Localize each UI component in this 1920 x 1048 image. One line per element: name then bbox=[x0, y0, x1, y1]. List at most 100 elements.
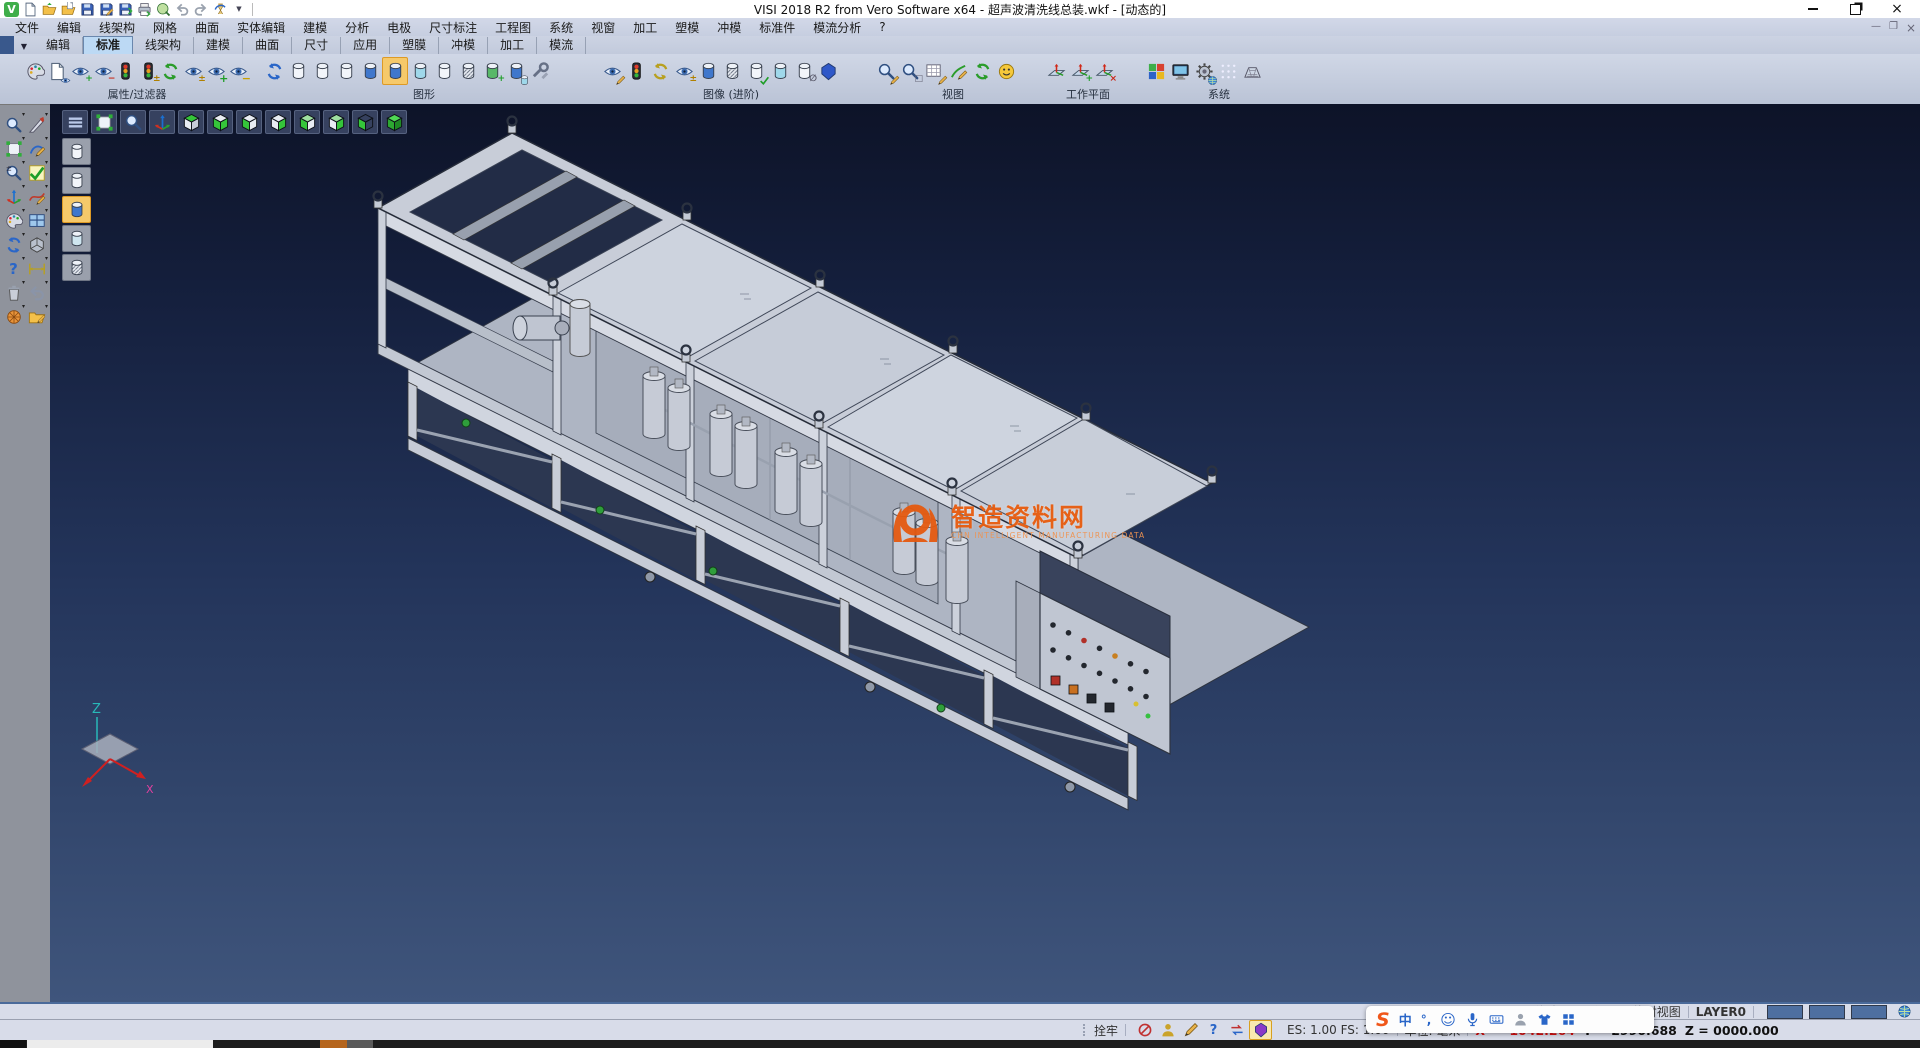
close-button[interactable]: × bbox=[1880, 2, 1914, 16]
menu-flow-analysis[interactable]: 模流分析 bbox=[804, 19, 870, 36]
restore-button[interactable] bbox=[1838, 2, 1872, 16]
render-smiley-icon[interactable] bbox=[994, 58, 1018, 84]
layer-empty-1-icon[interactable] bbox=[286, 58, 310, 84]
tab-dropdown-icon[interactable]: ▼ bbox=[14, 38, 34, 54]
validate-check-icon[interactable]: ▾ bbox=[26, 162, 47, 184]
layer-color-swatch-2[interactable] bbox=[1809, 1005, 1845, 1019]
system-settings-icon[interactable] bbox=[1192, 58, 1216, 84]
menu-drawing[interactable]: 工程图 bbox=[486, 19, 540, 36]
system-grid-icon[interactable] bbox=[1216, 58, 1240, 84]
tab-application[interactable]: 应用 bbox=[341, 37, 390, 54]
zoom-box-icon[interactable]: ±▾ bbox=[3, 162, 24, 184]
delete-trash-icon[interactable]: ▾ bbox=[3, 282, 24, 304]
undo-view-icon[interactable]: ▾ bbox=[26, 282, 47, 304]
wcs-axis-icon[interactable]: ▾ bbox=[3, 186, 24, 208]
menu-analysis[interactable]: 分析 bbox=[336, 19, 378, 36]
ime-microphone-icon[interactable] bbox=[1465, 1012, 1480, 1027]
grid-edit-icon[interactable] bbox=[922, 58, 946, 84]
refresh-visibility-icon[interactable] bbox=[160, 58, 183, 84]
window-layout-icon[interactable]: ▾ bbox=[26, 210, 47, 232]
layer-empty-2-icon[interactable] bbox=[310, 58, 334, 84]
adv-traffic-light-icon[interactable] bbox=[624, 58, 648, 84]
render-brush-icon[interactable]: ▾ bbox=[3, 210, 24, 232]
ime-toolbox-icon[interactable] bbox=[1561, 1012, 1576, 1027]
snap-lock-label[interactable]: 拴牢 bbox=[1094, 1022, 1118, 1039]
adv-edit-visibility-icon[interactable] bbox=[600, 58, 624, 84]
ime-skin-icon[interactable] bbox=[1537, 1012, 1552, 1027]
adv-layer-cyan-icon[interactable] bbox=[768, 58, 792, 84]
layer-hatched-icon[interactable] bbox=[456, 58, 480, 84]
menu-wireframe[interactable]: 线架构 bbox=[90, 19, 144, 36]
tab-edit[interactable]: 编辑 bbox=[34, 37, 83, 54]
tab-dimension[interactable]: 尺寸 bbox=[292, 37, 341, 54]
ime-user-icon[interactable] bbox=[1513, 1012, 1528, 1027]
sketch-pencil-icon[interactable]: ▾ bbox=[26, 138, 47, 160]
menu-edit[interactable]: 编辑 bbox=[48, 19, 90, 36]
menu-die[interactable]: 冲模 bbox=[708, 19, 750, 36]
tab-wireframe[interactable]: 线架构 bbox=[133, 37, 194, 54]
clamp-tool-icon[interactable] bbox=[1134, 1021, 1155, 1039]
tab-die[interactable]: 冲模 bbox=[439, 37, 488, 54]
layer-filled-icon[interactable] bbox=[358, 58, 382, 84]
menu-file[interactable]: 文件 bbox=[6, 19, 48, 36]
adv-layer-check-icon[interactable] bbox=[744, 58, 768, 84]
tab-surface[interactable]: 曲面 bbox=[243, 37, 292, 54]
show-all-icon[interactable]: + bbox=[205, 58, 228, 84]
layer-empty-3-icon[interactable] bbox=[334, 58, 358, 84]
help-question-icon[interactable]: ?▾ bbox=[3, 258, 24, 280]
layer-empty-4-icon[interactable] bbox=[432, 58, 456, 84]
tab-standard[interactable]: 标准 bbox=[83, 36, 133, 54]
tab-modeling[interactable]: 建模 bbox=[194, 37, 243, 54]
tab-mould[interactable]: 塑膜 bbox=[390, 37, 439, 54]
edit-hand-icon[interactable] bbox=[1180, 1021, 1201, 1039]
measure-icon[interactable]: ▾ bbox=[26, 258, 47, 280]
menu-system[interactable]: 系统 bbox=[540, 19, 582, 36]
sketch-measure-icon[interactable] bbox=[946, 58, 970, 84]
sogou-logo-icon[interactable]: S bbox=[1376, 1009, 1390, 1031]
active-layer-indicator[interactable]: LAYER0 bbox=[1696, 1005, 1746, 1019]
layer-color-swatch-3[interactable] bbox=[1851, 1005, 1887, 1019]
menu-surface[interactable]: 曲面 bbox=[186, 19, 228, 36]
menu-dimension[interactable]: 尺寸标注 bbox=[420, 19, 486, 36]
export-folder-icon[interactable]: ▾ bbox=[26, 306, 47, 328]
zoom-select-icon[interactable]: ▾ bbox=[3, 114, 24, 136]
adv-layer-blue-icon[interactable] bbox=[696, 58, 720, 84]
tab-flow[interactable]: 模流 bbox=[537, 37, 586, 54]
toggle-visibility-icon[interactable]: ± bbox=[182, 58, 205, 84]
filter-traffic-light-icon[interactable] bbox=[114, 58, 137, 84]
taskbar-gray-segment[interactable] bbox=[347, 1040, 373, 1048]
adv-toggle-icon[interactable]: ± bbox=[672, 58, 696, 84]
taskbar-start-segment[interactable] bbox=[0, 1040, 26, 1048]
minimize-button[interactable] bbox=[1796, 2, 1830, 16]
menu-standard-parts[interactable]: 标准件 bbox=[750, 19, 804, 36]
system-display-icon[interactable] bbox=[1168, 58, 1192, 84]
menu-modeling[interactable]: 建模 bbox=[294, 19, 336, 36]
hide-entities-icon[interactable]: − bbox=[92, 58, 115, 84]
mdi-restore-button[interactable]: ❐ bbox=[1889, 21, 1898, 35]
globe-icon[interactable] bbox=[1897, 1004, 1912, 1019]
layer-color-swatch-1[interactable] bbox=[1767, 1005, 1803, 1019]
trim-knife-icon[interactable]: ▾ bbox=[26, 114, 47, 136]
layer-copy-icon[interactable] bbox=[504, 58, 528, 84]
regen-icon[interactable]: ▾ bbox=[3, 234, 24, 256]
system-perspective-icon[interactable] bbox=[1240, 58, 1264, 84]
adv-shield-icon[interactable] bbox=[816, 58, 840, 84]
swap-arrows-icon[interactable] bbox=[1226, 1021, 1247, 1039]
refresh-view-icon[interactable] bbox=[970, 58, 994, 84]
adv-layer-clip-icon[interactable]: ∅ bbox=[792, 58, 816, 84]
show-entities-icon[interactable]: + bbox=[69, 58, 92, 84]
zoom-model-icon[interactable]: □ bbox=[898, 58, 922, 84]
ime-keyboard-icon[interactable] bbox=[1489, 1012, 1504, 1027]
mdi-close-button[interactable]: × bbox=[1906, 21, 1916, 35]
workplane-reset-icon[interactable]: × bbox=[1092, 58, 1116, 84]
annotate-user-icon[interactable] bbox=[1157, 1021, 1178, 1039]
regen-layers-icon[interactable] bbox=[262, 58, 286, 84]
taskbar-active-window-segment[interactable] bbox=[27, 1040, 213, 1048]
taskbar-orange-segment[interactable] bbox=[320, 1040, 347, 1048]
menu-mould[interactable]: 塑模 bbox=[666, 19, 708, 36]
menu-mesh[interactable]: 网格 bbox=[144, 19, 186, 36]
zoom-annotate-icon[interactable] bbox=[874, 58, 898, 84]
page-preview-icon[interactable] bbox=[47, 58, 70, 84]
navigate-compass-icon[interactable]: ▾ bbox=[3, 306, 24, 328]
adv-layer-hatched-icon[interactable] bbox=[720, 58, 744, 84]
